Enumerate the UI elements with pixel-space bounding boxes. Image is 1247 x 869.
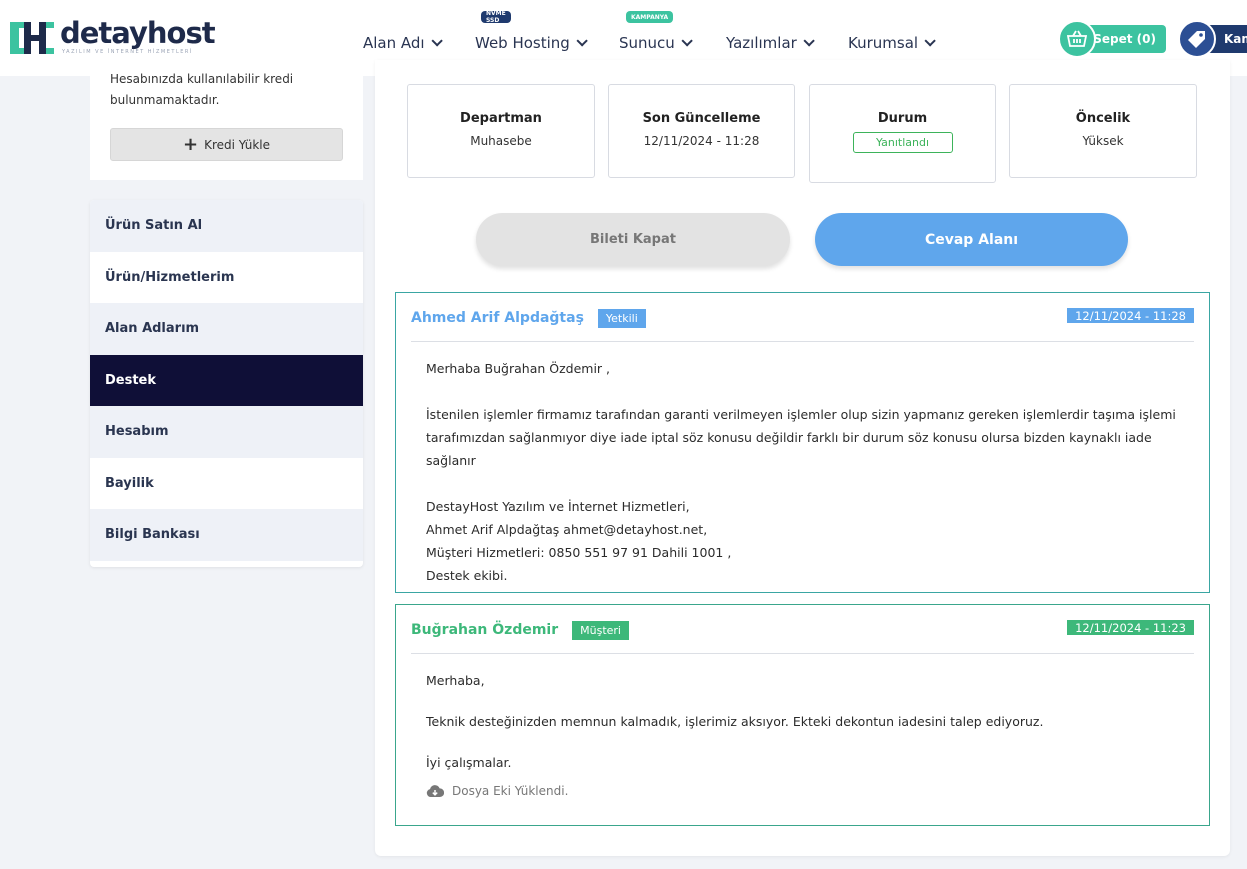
message-date: 12/11/2024 - 11:23 [1067,620,1194,635]
cart-button[interactable]: Sepet (0) [1058,20,1166,58]
sidebar-item-urun-satin-al[interactable]: Ürün Satın Al [90,200,363,252]
attachment-label: Dosya Eki Yüklendi. [452,784,569,798]
sidebar-item-bilgi-bankasi[interactable]: Bilgi Bankası [90,509,363,561]
nav-badge-kampanya: KAMPANYA [626,11,674,23]
last-update-card: Son Güncelleme 12/11/2024 - 11:28 [608,84,795,178]
chevron-down-icon [431,35,443,47]
attachment-link[interactable]: Dosya Eki Yüklendi. [426,784,1186,798]
status-card: Durum Yanıtlandı [809,84,996,183]
priority-value: Yüksek [1082,134,1124,148]
sidebar-item-urun-hizmetlerim[interactable]: Ürün/Hizmetlerim [90,252,363,304]
client-message: Buğrahan Özdemir Müşteri 12/11/2024 - 11… [395,604,1210,826]
divider [411,341,1194,342]
department-value: Muhasebe [470,134,532,148]
message-greeting: Merhaba Buğrahan Özdemir , [426,361,611,376]
status-label: Durum [877,111,928,126]
credit-panel: Hesabınızda kullanılabilir kredi bulunma… [90,60,363,180]
priority-card: Öncelik Yüksek [1009,84,1197,178]
brand-tagline: YAZILIM VE İNTERNET HİZMETLERİ [62,49,193,55]
staff-message: Ahmed Arif Alpdağtaş Yetkili 12/11/2024 … [395,292,1210,593]
last-update-label: Son Güncelleme [642,111,761,126]
signature-line: Müşteri Hizmetleri: 0850 551 97 91 Dahil… [426,545,732,560]
message-body: Merhaba Buğrahan Özdemir , İstenilen işl… [426,357,1186,587]
load-credit-button[interactable]: + Kredi Yükle [110,128,343,161]
reply-area-button[interactable]: Cevap Alanı [815,213,1128,266]
message-author: Buğrahan Özdemir [411,622,559,638]
plus-icon: + [182,133,199,155]
load-credit-label: Kredi Yükle [204,137,270,152]
nav-item-label: Sunucu [619,34,675,52]
tag-icon [1178,20,1216,58]
credit-note: Hesabınızda kullanılabilir kredi bulunma… [110,72,294,107]
message-line: Teknik desteğinizden memnun kalmadık, iş… [426,714,1044,729]
close-ticket-button[interactable]: Bileti Kapat [476,213,790,266]
sidebar-item-bayilik[interactable]: Bayilik [90,458,363,510]
message-header: Buğrahan Özdemir Müşteri [411,619,629,641]
chevron-down-icon [924,35,936,47]
message-header: Ahmed Arif Alpdağtaş Yetkili [411,307,646,329]
message-line: tarafımızdan sağlanmıyor diye iade iptal… [426,430,1152,468]
cloud-download-icon [426,784,444,797]
nav-item-alan-adi[interactable]: Alan Adı [363,32,443,54]
message-greeting: Merhaba, [426,673,485,688]
signature-line: DestayHost Yazılım ve İnternet Hizmetler… [426,499,690,514]
nav-item-label: Web Hosting [475,34,570,52]
chevron-down-icon [681,35,693,47]
status-badge: Yanıtlandı [852,132,953,153]
sidebar-menu: Ürün Satın Al Ürün/Hizmetlerim Alan Adla… [90,200,363,567]
sidebar-item-alan-adlarim[interactable]: Alan Adlarım [90,303,363,355]
department-label: Departman [460,111,542,126]
ticket-panel: Departman Muhasebe Son Güncelleme 12/11/… [375,60,1230,856]
message-date: 12/11/2024 - 11:28 [1067,308,1194,323]
message-line: İstenilen işlemler firmamız tarafından g… [426,407,1176,422]
role-badge: Yetkili [597,308,646,328]
nav-item-label: Alan Adı [363,34,425,52]
priority-label: Öncelik [1075,111,1131,126]
basket-icon [1058,20,1096,58]
sidebar-item-destek[interactable]: Destek [90,354,363,406]
campaign-button[interactable]: Kam [1178,20,1247,58]
brand-name: detayhost [60,16,216,50]
sidebar-item-hesabim[interactable]: Hesabım [90,406,363,458]
divider [411,653,1194,654]
department-card: Departman Muhasebe [407,84,595,178]
last-update-value: 12/11/2024 - 11:28 [643,134,760,148]
signature-line: Destek ekibi. [426,568,508,583]
brand-logo[interactable]: detayhost YAZILIM VE İNTERNET HİZMETLERİ [10,16,216,58]
nav-item-sunucu[interactable]: Sunucu [619,32,693,54]
logo-mark-icon [10,22,54,54]
nav-item-kurumsal[interactable]: Kurumsal [848,32,936,54]
message-body: Merhaba, Teknik desteğinizden memnun kal… [426,669,1186,798]
nav-item-label: Yazılımlar [726,34,797,52]
nav-badge-nvme: NVME SSD [481,10,511,24]
chevron-down-icon [576,35,588,47]
message-closing: İyi çalışmalar. [426,755,512,770]
nav-item-yazilimlar[interactable]: Yazılımlar [726,32,815,54]
message-author: Ahmed Arif Alpdağtaş [411,310,584,326]
chevron-down-icon [803,35,815,47]
signature-line: Ahmet Arif Alpdağtaş ahmet@detayhost.net… [426,522,708,537]
nav-item-label: Kurumsal [848,34,919,52]
nav-item-web-hosting[interactable]: Web Hosting [475,32,588,54]
role-badge: Müşteri [572,620,629,640]
